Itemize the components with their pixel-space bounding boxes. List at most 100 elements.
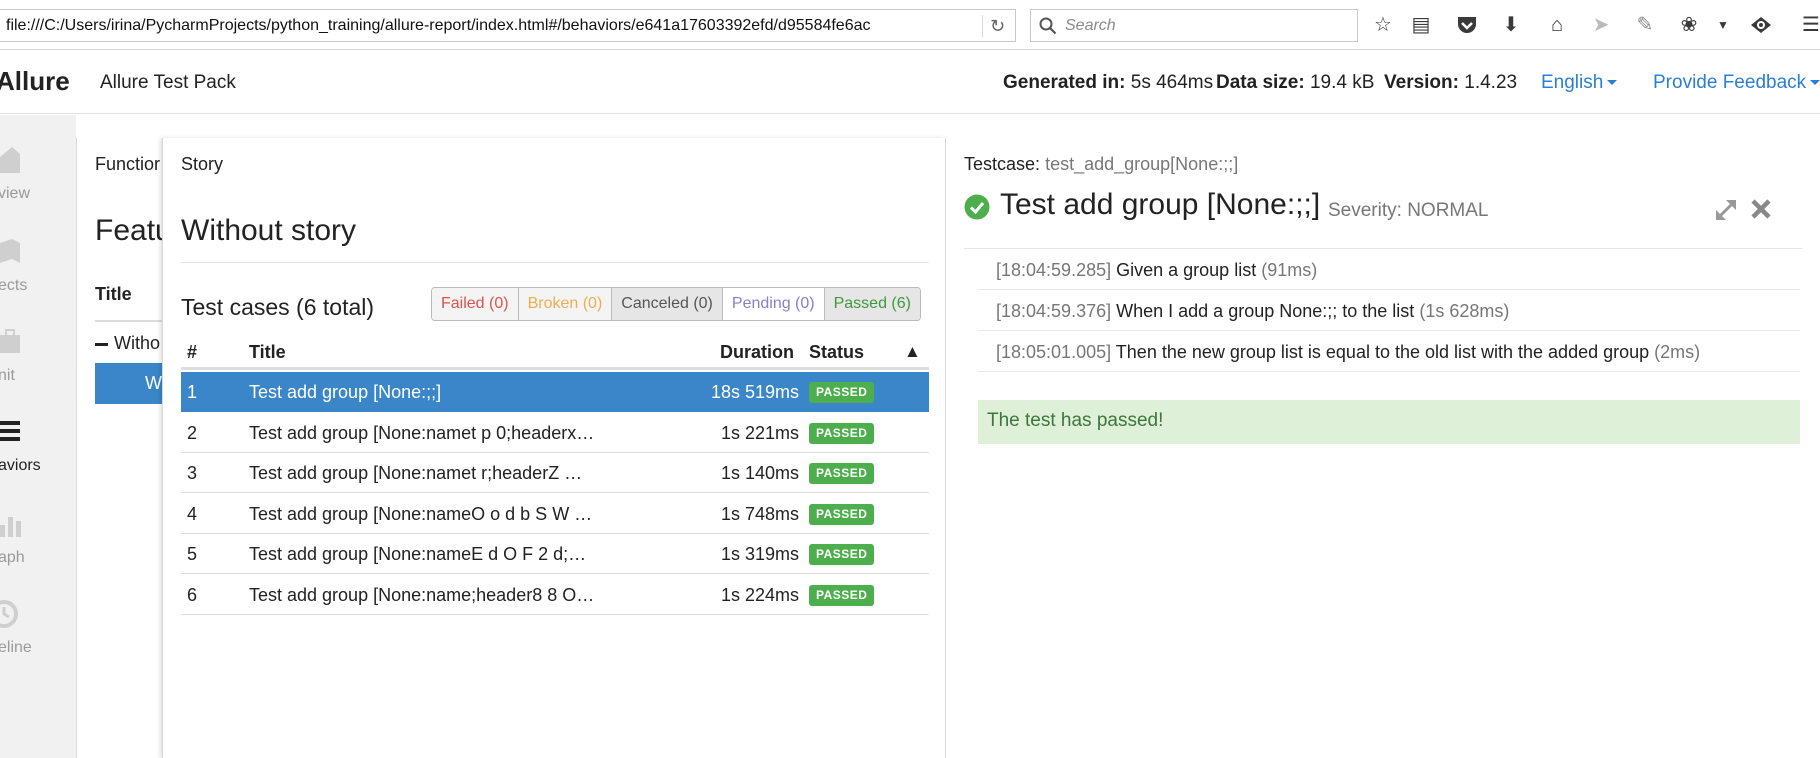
table-row[interactable]: 3 Test add group [None:namet r;headerZ … 1… — [181, 453, 929, 493]
browser-toolbar: file:///C:/Users/irina/PycharmProjects/p… — [0, 0, 1820, 50]
reload-icon[interactable]: ↻ — [982, 15, 1012, 37]
sidebar-item-xunit[interactable]: nit — [0, 315, 76, 407]
row-duration: 1s 319ms — [720, 544, 799, 564]
table-row[interactable]: 5 Test add group [None:nameE d O F 2 d;… 1… — [181, 534, 929, 574]
col-duration-header[interactable]: Duration — [720, 342, 794, 363]
test-result-message: The test has passed! — [978, 400, 1800, 444]
datasize-label: Data size: — [1216, 72, 1305, 93]
close-icon[interactable] — [1748, 196, 1774, 222]
timeline-icon — [0, 600, 18, 628]
sidebar-item-graph[interactable]: aph — [0, 497, 76, 589]
xunit-icon — [0, 329, 20, 353]
features-breadcrumb[interactable]: Functior — [95, 154, 160, 175]
row-title: Test add group [None:namet r;headerZ … — [249, 463, 583, 483]
filter-pending-button[interactable]: Pending (0) — [722, 288, 825, 320]
feature-row-label: W — [145, 373, 162, 393]
feature-group-toggle[interactable]: Witho — [95, 333, 160, 354]
menu-icon[interactable]: ☰ — [1798, 12, 1820, 38]
star-icon[interactable]: ☆ — [1370, 12, 1396, 38]
step-duration: (2ms) — [1654, 342, 1701, 362]
status-badge: PASSED — [809, 503, 875, 525]
sidebar-item-label: view — [0, 185, 31, 202]
row-number: 3 — [187, 463, 198, 483]
step-text: When I add a group None:;; to the list — [1116, 301, 1415, 321]
status-badge: PASSED — [809, 422, 875, 444]
version-label: Version: — [1384, 72, 1459, 93]
row-number: 1 — [187, 382, 198, 402]
story-breadcrumb[interactable]: Story — [181, 154, 223, 175]
data-size-info: Data size: 19.4 kB — [1216, 72, 1374, 94]
feature-row-selected[interactable]: W — [95, 363, 164, 404]
table-row[interactable]: 1 Test add group [None:;;] 18s 519ms PASSED — [181, 372, 929, 412]
filter-broken-button[interactable]: Broken (0) — [518, 288, 613, 320]
sidebar-item-overview[interactable]: view — [0, 133, 76, 225]
search-placeholder: Search — [1065, 17, 1116, 34]
row-duration: 1s 140ms — [720, 463, 799, 483]
row-number: 5 — [187, 544, 198, 564]
sidebar-item-behaviors[interactable]: aviors — [0, 405, 76, 497]
test-step[interactable]: [18:04:59.376] When I add a group None:;… — [978, 291, 1800, 331]
home-icon[interactable]: ⌂ — [1544, 12, 1570, 38]
table-row[interactable]: 2 Test add group [None:namet p 0;headerx…… — [181, 413, 929, 453]
collapse-icon — [95, 342, 108, 346]
table-row[interactable]: 4 Test add group [None:nameO o d b S W … 1… — [181, 494, 929, 534]
test-step[interactable]: [18:04:59.285] Given a group list (91ms) — [978, 250, 1800, 290]
sidebar-item-label: aviors — [0, 457, 41, 474]
send-icon[interactable]: ➤ — [1588, 12, 1614, 38]
feedback-dropdown[interactable]: Provide Feedback — [1653, 72, 1820, 94]
testcase-pane: Testcase: test_add_group[None:;;] Test a… — [945, 138, 1820, 758]
expand-icon[interactable] — [1712, 196, 1740, 224]
bug-icon[interactable]: ❀ — [1676, 12, 1702, 38]
filter-failed-button[interactable]: Failed (0) — [432, 288, 519, 320]
test-step[interactable]: [18:05:01.005] Then the new group list i… — [978, 332, 1800, 372]
language-dropdown[interactable]: English — [1541, 72, 1618, 94]
download-icon[interactable]: ⬇ — [1498, 12, 1524, 38]
reading-list-icon[interactable]: ▤ — [1408, 12, 1434, 38]
table-row[interactable]: 6 Test add group [None:name;header8 8 O… 1… — [181, 575, 929, 615]
sidebar-item-timeline[interactable]: eline — [0, 587, 76, 679]
testcase-label: Testcase: — [964, 154, 1041, 174]
row-duration: 1s 221ms — [720, 422, 799, 443]
chevron-down-icon — [1810, 80, 1820, 86]
col-status-header[interactable]: Status — [809, 342, 864, 363]
row-title: Test add group [None:nameO o d b S W … — [249, 503, 593, 524]
pocket-icon[interactable] — [1454, 12, 1480, 38]
eye-icon[interactable] — [1748, 12, 1774, 38]
address-bar[interactable]: file:///C:/Users/irina/PycharmProjects/p… — [0, 9, 1016, 42]
step-duration: (1s 628ms) — [1419, 301, 1510, 321]
brand-logo[interactable]: Allure — [0, 66, 70, 97]
table-header: # Title Duration Status ▲ — [181, 334, 929, 370]
check-circle-icon — [964, 194, 990, 220]
dropdown-icon[interactable]: ▼ — [1710, 12, 1736, 38]
browser-search-input[interactable]: Search — [1030, 9, 1358, 42]
row-title: Test add group [None:namet p 0;headerx… — [249, 422, 595, 443]
generated-value: 5s 464ms — [1130, 72, 1214, 93]
step-line: [18:05:01.005] Then the new group list i… — [996, 342, 1700, 363]
filter-passed-button[interactable]: Passed (6) — [824, 288, 920, 320]
story-title: Without story — [181, 214, 357, 247]
app-header: Allure Allure Test Pack Generated in: 5s… — [0, 50, 1820, 114]
language-label: English — [1541, 72, 1604, 93]
extension-icon[interactable]: ✎ — [1632, 12, 1658, 38]
col-title-header[interactable]: Title — [249, 342, 286, 363]
sort-asc-icon[interactable]: ▲ — [904, 342, 921, 362]
testcase-title: Test add group [None:;;] — [1000, 188, 1321, 221]
features-title: Featu — [95, 214, 164, 247]
col-num-header[interactable]: # — [187, 342, 197, 363]
url-text[interactable]: file:///C:/Users/irina/PycharmProjects/p… — [6, 17, 952, 35]
filter-canceled-button[interactable]: Canceled (0) — [612, 288, 723, 320]
row-title: Test add group [None:;;] — [249, 382, 442, 402]
version-info: Version: 1.4.23 — [1384, 72, 1517, 94]
search-icon — [1039, 17, 1057, 35]
row-title: Test add group [None:nameE d O F 2 d;… — [249, 544, 587, 564]
step-timestamp: [18:04:59.376] — [996, 301, 1112, 321]
version-value: 1.4.23 — [1464, 72, 1518, 93]
testcase-id: test_add_group[None:;;] — [1045, 154, 1239, 174]
features-title-column[interactable]: Title — [95, 284, 132, 305]
sidebar-item-defects[interactable]: ects — [0, 225, 76, 317]
chevron-down-icon — [1607, 80, 1618, 86]
datasize-value: 19.4 kB — [1309, 72, 1375, 93]
feedback-label: Provide Feedback — [1653, 72, 1807, 93]
row-number: 2 — [187, 422, 198, 443]
row-duration: 18s 519ms — [710, 382, 799, 402]
